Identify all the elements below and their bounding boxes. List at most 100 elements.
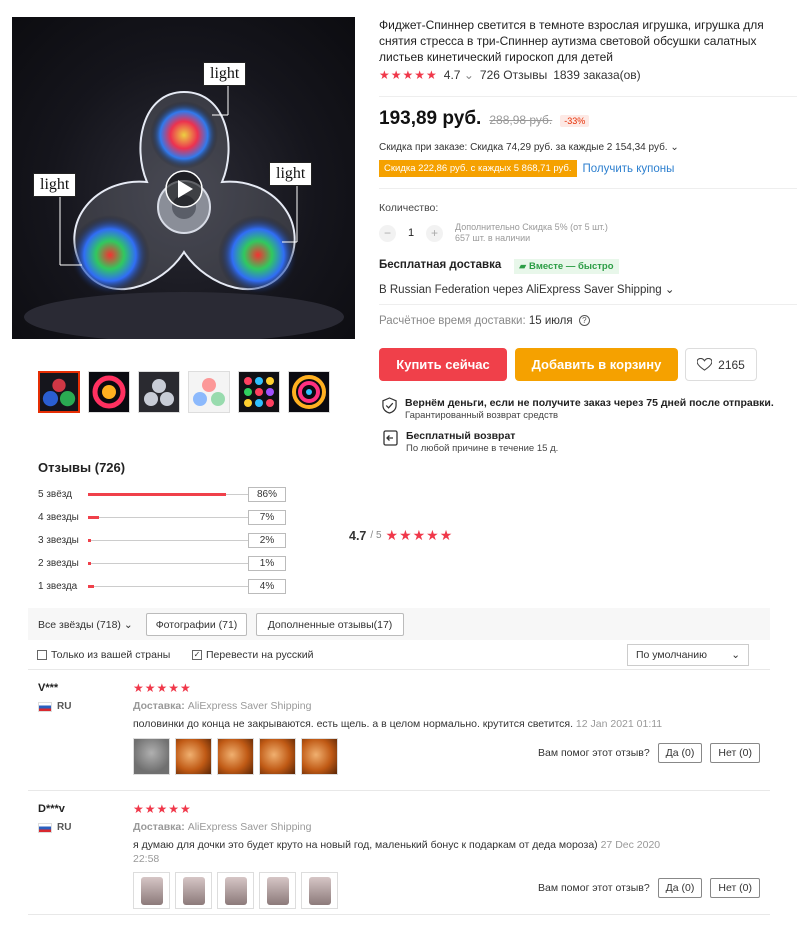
review-photo[interactable] xyxy=(301,738,338,775)
review-photo[interactable] xyxy=(259,872,296,909)
rating-row-percent: 7% xyxy=(248,510,286,525)
only-country-checkbox[interactable]: Только из вашей страны xyxy=(37,649,170,661)
order-discount[interactable]: Скидка при заказе: Скидка 74,29 руб. за … xyxy=(379,142,679,153)
rating-row-bar-fill xyxy=(88,562,92,565)
delivery-estimate: Расчётное время доставки: 15 июля ? xyxy=(379,315,590,327)
rating-row-percent: 4% xyxy=(248,579,286,594)
review-shipping: Доставка: AliExpress Saver Shipping xyxy=(133,700,312,712)
thumbnail-1[interactable] xyxy=(38,371,80,413)
review-photo[interactable] xyxy=(259,738,296,775)
rating-row-label: 4 звезды xyxy=(38,512,79,523)
translate-checkbox[interactable]: ✓ Перевести на русский xyxy=(192,649,313,661)
rating-row-label: 5 звёзд xyxy=(38,489,72,500)
rating-distribution-row[interactable]: 5 звёзд 86% xyxy=(38,487,286,502)
thumbnail-3[interactable] xyxy=(138,371,180,413)
shipping-destination[interactable]: В Russian Federation через AliExpress Sa… xyxy=(379,282,675,296)
review-photos xyxy=(133,738,338,775)
divider xyxy=(379,188,797,189)
review-text: половинки до конца не закрываются. есть … xyxy=(133,718,663,730)
thumbnail-2[interactable] xyxy=(88,371,130,413)
helpful-yes-button[interactable]: Да (0) xyxy=(657,743,703,763)
help-icon[interactable]: ? xyxy=(578,315,590,327)
rating-row-bar-fill xyxy=(88,493,226,496)
thumbnail-6[interactable] xyxy=(288,371,330,413)
filter-photos-button[interactable]: Фотографии (71) xyxy=(146,613,247,636)
rating-distribution-row[interactable]: 3 звезды 2% xyxy=(38,533,286,548)
return-subtitle: По любой причине в течение 15 д. xyxy=(406,443,559,454)
thumbnail-5[interactable] xyxy=(238,371,280,413)
quantity-plus-button[interactable]: + xyxy=(426,224,443,242)
review-photo[interactable] xyxy=(217,872,254,909)
orders-count: 1839 заказа(ов) xyxy=(553,68,641,82)
review-date: 12 Jan 2021 01:11 xyxy=(575,718,663,730)
add-to-cart-button[interactable]: Добавить в корзину xyxy=(515,348,678,381)
checkbox-checked[interactable]: ✓ xyxy=(192,650,202,660)
review-photo[interactable] xyxy=(301,872,338,909)
divider xyxy=(379,96,797,97)
rating-distribution-row[interactable]: 1 звезда 4% xyxy=(38,579,286,594)
coupon-badge: Скидка 222,86 руб. с каждых 5 868,71 руб… xyxy=(379,160,577,177)
average-value: 4.7 xyxy=(349,528,367,543)
quantity-stepper: − 1 + Дополнительно Скидка 5% (от 5 шт.)… xyxy=(379,222,608,244)
reviews-count-link[interactable]: 726 Отзывы xyxy=(480,68,547,82)
return-title: Бесплатный возврат xyxy=(406,430,516,442)
callout-light-left: light xyxy=(33,173,77,197)
all-stars-dropdown[interactable]: Все звёзды (718) ⌄ xyxy=(38,619,133,631)
get-coupons-link[interactable]: Получить купоны xyxy=(583,163,675,175)
thumbnail-4[interactable] xyxy=(188,371,230,413)
divider xyxy=(28,790,770,791)
quantity-value[interactable]: 1 xyxy=(404,227,418,239)
delivery-date: 15 июля xyxy=(528,315,573,327)
shipping-title: Бесплатная доставка xyxy=(379,259,502,271)
money-back-guarantee: Вернём деньги, если не получите заказ че… xyxy=(382,397,774,421)
review-photos xyxy=(133,872,338,909)
chevron-down-icon: ⌄ xyxy=(731,649,740,661)
helpful-no-button[interactable]: Нет (0) xyxy=(710,743,761,763)
callout-light-right: light xyxy=(269,162,313,186)
review-photo[interactable] xyxy=(175,872,212,909)
helpful-yes-button[interactable]: Да (0) xyxy=(657,878,703,898)
chevron-down-icon: ⌄ xyxy=(463,68,474,82)
free-return: Бесплатный возврат По любой причине в те… xyxy=(382,430,558,454)
rating-row-bar xyxy=(88,493,248,496)
rating-value[interactable]: 4.7 ⌄ xyxy=(444,68,474,82)
wishlist-button[interactable]: 2165 xyxy=(685,348,757,381)
guarantee-title: Вернём деньги, если не получите заказ че… xyxy=(405,397,774,409)
return-icon xyxy=(383,430,398,446)
quantity-label: Количество: xyxy=(379,202,439,214)
divider xyxy=(28,914,770,915)
review-photo[interactable] xyxy=(217,738,254,775)
sort-dropdown[interactable]: По умолчанию ⌄ xyxy=(627,644,749,666)
average-rating: 4.7 / 5 ★★★★★ xyxy=(349,527,453,544)
rating-row-label: 2 звезды xyxy=(38,558,79,569)
price-row: 193,89 руб. 288,98 руб. -33% xyxy=(379,108,590,130)
rating-row-bar-fill xyxy=(88,585,95,588)
review-shipping: Доставка: AliExpress Saver Shipping xyxy=(133,821,312,833)
thumbnail-strip xyxy=(38,371,330,413)
rating-row-bar xyxy=(88,585,248,588)
helpful-no-button[interactable]: Нет (0) xyxy=(710,878,761,898)
quantity-minus-button[interactable]: − xyxy=(379,224,396,242)
rating-row-bar-fill xyxy=(88,539,92,542)
review-photo[interactable] xyxy=(175,738,212,775)
main-product-image[interactable]: light light light xyxy=(12,17,355,339)
review-stars: ★★★★★ xyxy=(133,681,192,695)
guarantee-subtitle: Гарантированный возврат средств xyxy=(405,410,559,421)
review-photo[interactable] xyxy=(133,738,170,775)
divider xyxy=(379,304,797,305)
checkbox-unchecked[interactable] xyxy=(37,650,47,660)
average-of: / 5 xyxy=(370,530,382,541)
rating-row-bar-fill xyxy=(88,516,100,519)
filter-additional-button[interactable]: Дополненные отзывы(17) xyxy=(256,613,404,636)
rating-distribution-row[interactable]: 4 звезды 7% xyxy=(38,510,286,525)
rating-distribution-row[interactable]: 2 звезды 1% xyxy=(38,556,286,571)
review-photo[interactable] xyxy=(133,872,170,909)
divider xyxy=(28,669,770,670)
quantity-note: Дополнительно Скидка 5% (от 5 шт.) 657 ш… xyxy=(455,222,608,243)
shield-check-icon xyxy=(382,397,397,414)
shipping-badge: ▰ Вместе — быстро xyxy=(514,259,619,274)
rating-row: ★★★★★ 4.7 ⌄ 726 Отзывы 1839 заказа(ов) xyxy=(379,68,641,82)
chevron-down-icon: ⌄ xyxy=(123,619,133,631)
buy-now-button[interactable]: Купить сейчас xyxy=(379,348,507,381)
heart-icon xyxy=(697,358,713,371)
